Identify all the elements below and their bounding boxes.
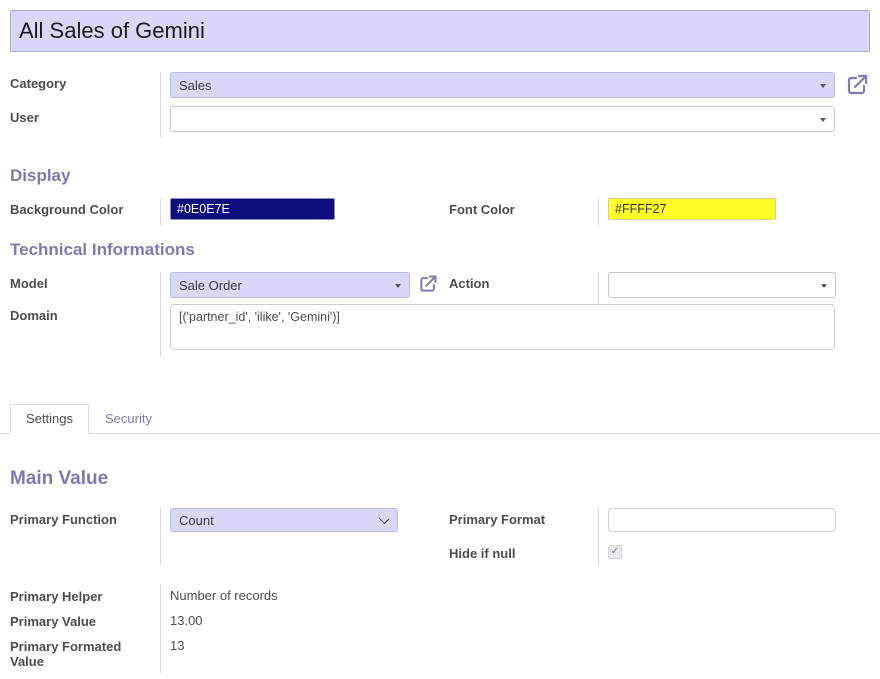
action-label: Action (449, 272, 598, 304)
checkmark-icon: ✓ (611, 546, 619, 557)
domain-row: Domain [('partner_id', 'ilike', 'Gemini'… (10, 304, 870, 356)
font-color-input[interactable] (608, 198, 776, 220)
domain-label: Domain (10, 304, 160, 356)
hide-if-null-cell: ✓ (598, 538, 870, 565)
primary-function-cell: Count (160, 508, 449, 565)
category-row: Category Sales (10, 72, 870, 106)
domain-cell: [('partner_id', 'ilike', 'Gemini')] (160, 304, 870, 356)
record-name-input[interactable] (10, 10, 870, 52)
background-color-label: Background Color (10, 198, 160, 226)
model-label: Model (10, 272, 160, 304)
primary-formated-value-label: Primary Formated Value (10, 635, 160, 673)
category-dropdown[interactable]: Sales (170, 72, 835, 98)
primary-value-value: 13.00 (160, 610, 870, 635)
model-cell: Sale Order (160, 272, 449, 304)
primary-value-row: Primary Value 13.00 (10, 610, 870, 635)
font-color-label: Font Color (449, 198, 598, 226)
display-row: Background Color Font Color (10, 198, 870, 226)
notebook-tabs: Settings Security (0, 404, 880, 434)
action-dropdown[interactable] (608, 272, 836, 298)
action-cell (598, 272, 870, 304)
primary-format-cell (598, 508, 870, 538)
primary-function-row: Primary Function Count Primary Format Hi… (10, 508, 870, 565)
model-value: Sale Order (179, 278, 242, 293)
caret-down-icon[interactable] (821, 284, 827, 288)
display-section-heading: Display (10, 166, 870, 186)
technical-section-heading: Technical Informations (10, 240, 870, 260)
tab-security[interactable]: Security (89, 404, 168, 434)
primary-format-input[interactable] (608, 508, 836, 532)
computed-values-group: Primary Helper Number of records Primary… (10, 585, 870, 673)
kpi-form: Category Sales User (0, 10, 880, 679)
general-group: Category Sales User (10, 72, 870, 138)
primary-format-label: Primary Format (449, 508, 598, 538)
primary-formated-value-value: 13 (160, 635, 870, 673)
category-value: Sales (179, 78, 212, 93)
hide-if-null-checkbox[interactable]: ✓ (608, 545, 622, 559)
user-cell (160, 106, 870, 138)
primary-helper-value: Number of records (160, 585, 870, 610)
chevron-down-icon[interactable] (379, 514, 389, 524)
tab-settings[interactable]: Settings (10, 404, 89, 434)
primary-function-label: Primary Function (10, 508, 160, 538)
primary-function-value: Count (179, 513, 214, 528)
user-row: User (10, 106, 870, 138)
caret-down-icon[interactable] (820, 118, 826, 122)
primary-value-label: Primary Value (10, 610, 160, 635)
category-cell: Sales (160, 72, 870, 106)
user-label: User (10, 106, 160, 138)
domain-textarea[interactable]: [('partner_id', 'ilike', 'Gemini')] (170, 304, 835, 350)
model-action-row: Model Sale Order Action (10, 272, 870, 304)
caret-down-icon[interactable] (820, 84, 826, 88)
user-dropdown[interactable] (170, 106, 835, 132)
background-color-input[interactable] (170, 198, 335, 220)
external-link-icon[interactable] (418, 274, 438, 297)
hide-if-null-label: Hide if null (449, 538, 598, 565)
primary-helper-row: Primary Helper Number of records (10, 585, 870, 610)
model-dropdown[interactable]: Sale Order (170, 272, 410, 298)
category-label: Category (10, 72, 160, 106)
external-link-icon[interactable] (845, 73, 869, 100)
primary-helper-label: Primary Helper (10, 585, 160, 610)
primary-function-select[interactable]: Count (170, 508, 398, 532)
main-value-section-heading: Main Value (10, 468, 870, 490)
caret-down-icon[interactable] (395, 284, 401, 288)
font-color-cell (598, 198, 870, 226)
background-color-cell (160, 198, 449, 226)
primary-formated-value-row: Primary Formated Value 13 (10, 635, 870, 673)
